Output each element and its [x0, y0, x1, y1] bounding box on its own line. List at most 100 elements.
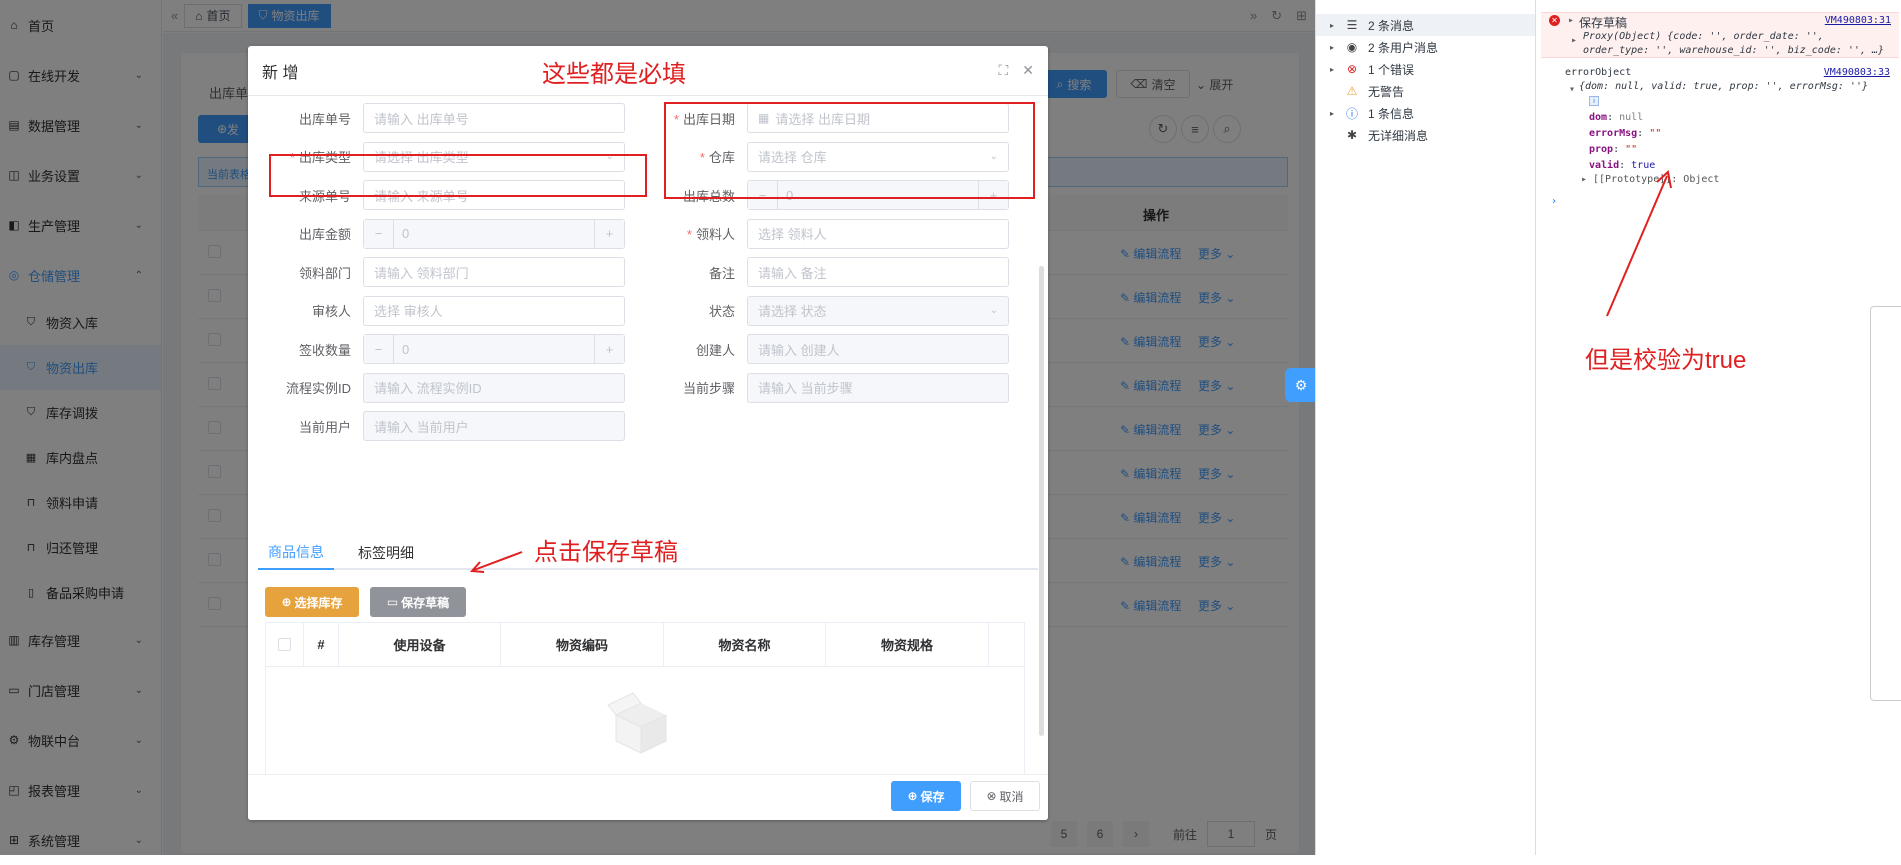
dialog-scrollbar[interactable] [1039, 266, 1044, 736]
expand-triangle-icon[interactable]: ▾ [1569, 84, 1575, 95]
expand-triangle-icon[interactable]: ▸ [1571, 35, 1577, 46]
tab-label-detail[interactable]: 标签明细 [348, 536, 424, 570]
console-filter-item[interactable]: ▸ ◉ 2 条用户消息 [1316, 36, 1535, 58]
select-all-checkbox[interactable] [278, 638, 291, 651]
form-item: 审核人 选择 审核人 [248, 295, 625, 326]
tab-goods-info[interactable]: 商品信息 [258, 536, 334, 570]
input-placeholder: 请输入 出库单号 [374, 111, 469, 127]
expand-triangle-icon[interactable]: ▸ [1568, 15, 1574, 26]
input-placeholder: 请输入 创建人 [758, 342, 840, 358]
side-panel-edge [1870, 306, 1901, 701]
dialog-tools: ⛶ ✕ [998, 62, 1034, 79]
settings-float-button[interactable]: ⚙ [1285, 368, 1317, 402]
source-link[interactable]: VM490803:33 [1824, 67, 1890, 78]
object-property[interactable]: dom: null [1589, 110, 1661, 126]
text-input[interactable]: 请输入 当前用户 [363, 411, 625, 441]
object-property[interactable]: errorMsg: "" [1589, 126, 1661, 142]
close-circle-icon: ⊗ [986, 789, 997, 803]
plus-icon[interactable]: + [594, 335, 624, 363]
form-label: * 领料人 [632, 224, 747, 243]
form-item: 签收数量 −0 + [248, 334, 625, 364]
form-label-text: 出库单号 [298, 111, 351, 127]
form-label: 备注 [632, 263, 747, 282]
form-label-text: 领料部门 [298, 265, 351, 281]
input-placeholder: 请选择 状态 [758, 304, 827, 319]
column-header: 使用设备 [339, 623, 501, 666]
cancel-button[interactable]: ⊗ 取消 [970, 781, 1040, 811]
text-input[interactable]: 请输入 出库单号 [363, 103, 625, 133]
filter-label: 无警告 [1368, 84, 1405, 99]
fullscreen-icon[interactable]: ⛶ [998, 62, 1008, 79]
annotation-arrow [1606, 170, 1672, 317]
plus-icon[interactable]: + [594, 219, 624, 248]
select-field[interactable]: 请选择 状态 ⌄ [747, 295, 1009, 326]
expand-triangle-icon: ▸ [1330, 42, 1335, 52]
property-key: errorMsg [1589, 128, 1638, 139]
text-input[interactable]: 请输入 领料部门 [363, 257, 625, 287]
text-input[interactable]: 选择 审核人 [363, 295, 625, 326]
save-draft-button[interactable]: ▭ 保存草稿 [370, 587, 466, 617]
list-icon: ☰ [1346, 18, 1358, 32]
close-icon[interactable]: ✕ [1022, 62, 1034, 79]
annotation-valid: 但是校验为true [1585, 347, 1747, 374]
input-placeholder: 请输入 领料部门 [374, 265, 469, 281]
object-property[interactable]: prop: "" [1589, 142, 1661, 158]
plus-icon: ⊕ [907, 789, 918, 803]
user-icon: ◉ [1346, 40, 1358, 54]
text-input[interactable]: 请输入 备注 [747, 257, 1009, 287]
annotation-box-date-warehouse [664, 102, 1035, 199]
form-item: 出库金额 −0 + [248, 218, 625, 249]
console-prompt[interactable]: › [1551, 196, 1557, 207]
expand-triangle-icon[interactable]: ▸ [1581, 174, 1587, 185]
console-sidebar: ▸ ☰ 2 条消息 ▸ ◉ 2 条用户消息 ▸ ⊗ 1 个错误 ⚠ 无警告 ▸ ⓘ 1 条信息 ✱ 无详细消息 [1316, 0, 1536, 855]
error-log-row: ✕ ▸ 保存草稿 VM490803:31 ▸ Proxy(Object) {co… [1541, 12, 1899, 58]
form-item: 出库单号 请输入 出库单号 [248, 103, 625, 133]
form-label: 当前步骤 [632, 378, 747, 397]
form-item: 创建人 请输入 创建人 [632, 334, 1009, 364]
source-link[interactable]: VM490803:31 [1825, 15, 1891, 26]
minus-icon[interactable]: − [364, 335, 394, 363]
devtools-console: ▸ ☰ 2 条消息 ▸ ◉ 2 条用户消息 ▸ ⊗ 1 个错误 ⚠ 无警告 ▸ ⓘ 1 条信息 ✱ 无详细消息… [1315, 0, 1901, 855]
property-value: null [1619, 112, 1644, 123]
column-header: 物资规格 [826, 623, 989, 666]
property-value: "" [1625, 144, 1638, 155]
console-filter-item[interactable]: ▸ ⓘ 1 条信息 [1316, 102, 1535, 124]
proxy-object-preview[interactable]: Proxy(Object) {code: '', order_date: '',… [1583, 30, 1889, 58]
text-input[interactable]: 请输入 创建人 [747, 334, 1009, 364]
stepper-value: 0 [402, 341, 410, 357]
dialog-title: 新 增 [262, 64, 299, 82]
form-item: 备注 请输入 备注 [632, 257, 1009, 287]
console-filter-item[interactable]: ✱ 无详细消息 [1316, 124, 1535, 146]
console-log-area: ✕ ▸ 保存草稿 VM490803:31 ▸ Proxy(Object) {co… [1537, 0, 1901, 855]
error-icon: ✕ [1549, 15, 1560, 26]
error-object-preview[interactable]: {dom: null, valid: true, prop: '', error… [1579, 81, 1868, 92]
form-label-text: 领料人 [695, 227, 735, 242]
form-label-text: 签收数量 [298, 342, 351, 358]
filter-label: 无详细消息 [1368, 128, 1429, 143]
error-icon: ⊗ [1346, 62, 1358, 76]
warning-icon: ⚠ [1346, 84, 1358, 98]
console-filter-item[interactable]: ⚠ 无警告 [1316, 80, 1535, 102]
text-input[interactable]: 请输入 当前步骤 [747, 372, 1009, 403]
stepper-value: 0 [402, 226, 410, 241]
filter-label: 2 条消息 [1368, 18, 1415, 33]
form-label-text: 当前用户 [298, 419, 351, 435]
select-all-cell [266, 623, 304, 666]
number-stepper[interactable]: −0 + [363, 218, 625, 249]
save-button[interactable]: ⊕ 保存 [891, 781, 961, 811]
number-stepper[interactable]: −0 + [363, 334, 625, 364]
input-placeholder: 选择 审核人 [374, 304, 443, 319]
minus-icon[interactable]: − [364, 219, 394, 248]
form-label: 签收数量 [248, 340, 363, 359]
select-stock-button[interactable]: ⊕ 选择库存 [265, 587, 359, 617]
text-input[interactable]: 选择 领料人 [747, 218, 1009, 249]
input-placeholder: 请输入 备注 [758, 265, 827, 281]
console-filter-item[interactable]: ▸ ⊗ 1 个错误 [1316, 58, 1535, 80]
console-filter-item[interactable]: ▸ ☰ 2 条消息 [1316, 14, 1535, 36]
text-input[interactable]: 请输入 流程实例ID [363, 372, 625, 403]
empty-box-icon [607, 692, 667, 754]
filter-label: 1 条信息 [1368, 106, 1415, 121]
input-placeholder: 请输入 流程实例ID [374, 381, 482, 396]
expand-triangle-icon: ▸ [1330, 108, 1335, 118]
form-label-text: 备注 [708, 265, 735, 281]
